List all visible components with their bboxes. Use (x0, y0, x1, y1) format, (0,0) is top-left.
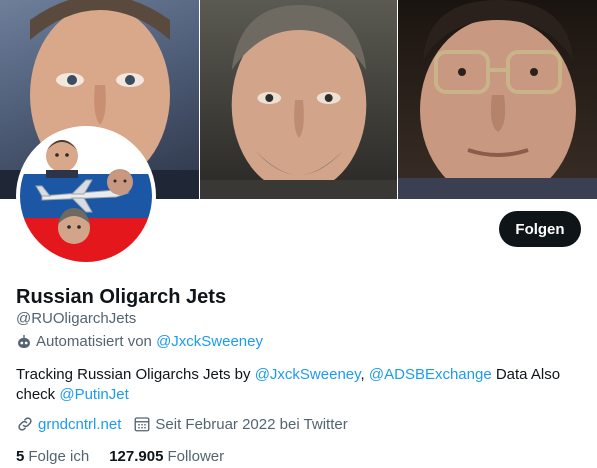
profile-bio: Tracking Russian Oligarchs Jets by @Jxck… (16, 365, 576, 405)
calendar-icon (134, 417, 150, 432)
followers-count: 127.905 (109, 448, 164, 465)
profile-meta: grndcntrl.net Seit Februar 2022 bei Twit… (16, 415, 360, 433)
profile-avatar[interactable] (16, 126, 156, 266)
profile-display-name: Russian Oligarch Jets (16, 286, 227, 308)
banner-photo-center (199, 0, 398, 199)
bio-mention-putinjet[interactable]: @PutinJet (59, 386, 128, 403)
website-item: grndcntrl.net (16, 415, 121, 433)
joined-item: Seit Februar 2022 bei Twitter (133, 415, 348, 433)
bio-mention-jxcksweeney[interactable]: @JxckSweeney (255, 366, 361, 383)
automated-prefix: Automatisiert von (36, 333, 152, 350)
bio-text: Tracking Russian Oligarchs Jets by (16, 366, 255, 383)
bio-text: , (360, 366, 369, 383)
automated-label: Automatisiert von @JxckSweeney (16, 333, 263, 350)
following-count: 5 (16, 448, 25, 465)
profile-stats: 5 Folge ich 127.905 Follower (16, 448, 244, 465)
link-icon (18, 417, 32, 431)
automated-by-link[interactable]: @JxckSweeney (156, 333, 263, 350)
following-label: Folge ich (28, 448, 90, 465)
follow-button[interactable]: Folgen (499, 211, 581, 247)
robot-icon (16, 334, 32, 350)
following-stat[interactable]: 5 Folge ich (16, 448, 89, 465)
banner-photo-right (398, 0, 597, 199)
followers-stat[interactable]: 127.905 Follower (109, 448, 224, 465)
website-link[interactable]: grndcntrl.net (38, 416, 121, 433)
bio-mention-adsbexchange[interactable]: @ADSBExchange (369, 366, 492, 383)
joined-date: Seit Februar 2022 bei Twitter (155, 415, 348, 433)
followers-label: Follower (167, 448, 225, 465)
profile-handle: @RUOligarchJets (16, 310, 137, 327)
